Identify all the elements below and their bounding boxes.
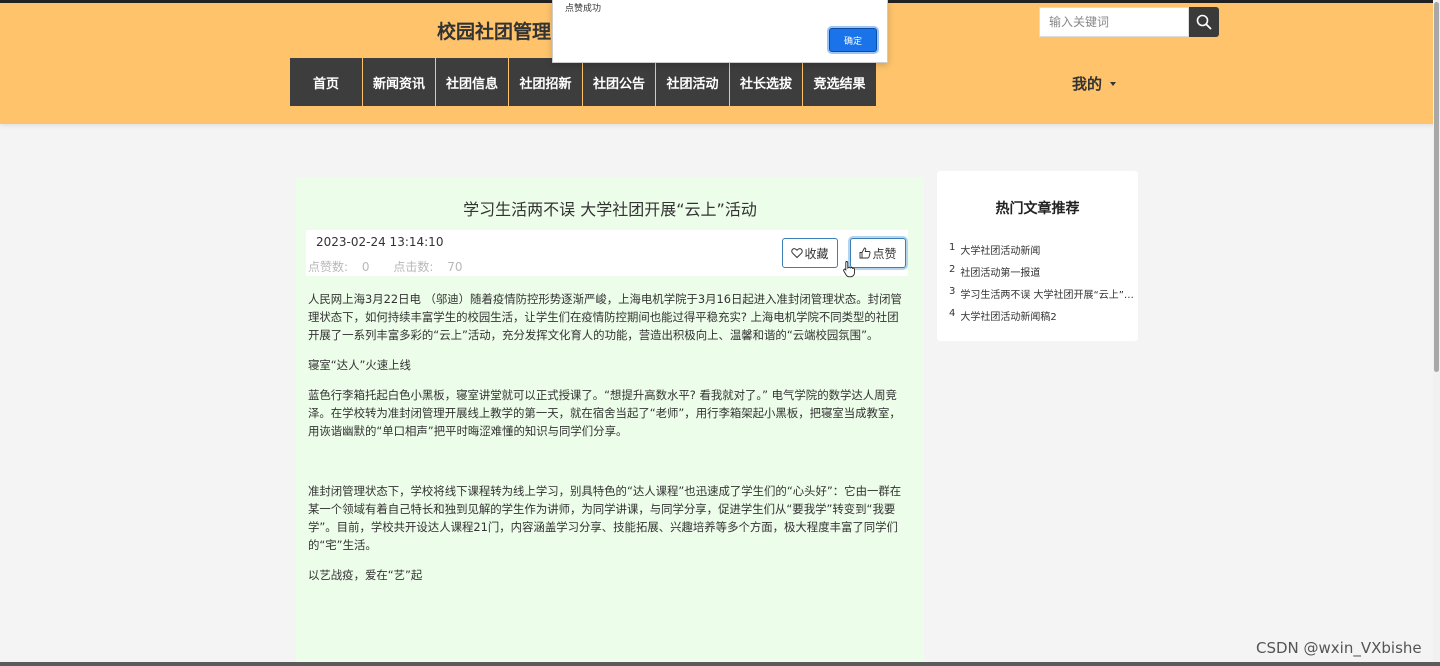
nav-item-home[interactable]: 首页 — [290, 58, 363, 106]
article-meta: 2023-02-24 13:14:10 点赞数: 0 点击数: 70 收藏 点赞 — [306, 230, 908, 276]
clicks-label: 点击数: — [393, 260, 434, 274]
item-title: 大学社团活动新闻 — [960, 246, 1041, 257]
nav-item-news[interactable]: 新闻资讯 — [363, 58, 436, 106]
thumbs-up-icon — [860, 247, 871, 259]
main-nav: 首页 新闻资讯 社团信息 社团招新 社团公告 社团活动 社长选拔 竞选结果 — [290, 58, 876, 106]
favorite-button[interactable]: 收藏 — [782, 238, 838, 268]
likes-count: 点赞数: 0 — [308, 260, 380, 274]
article-paragraph: 准封闭管理状态下，学校将线下课程转为线上学习，别具特色的“达人课程”也迅速成了学… — [308, 484, 902, 552]
favorite-label: 收藏 — [804, 246, 829, 261]
sidebar-title: 热门文章推荐 — [995, 201, 1080, 217]
likes-label: 点赞数: — [308, 260, 349, 274]
clicks-count: 点击数: 70 — [393, 260, 472, 274]
alert-ok-button[interactable]: 确定 — [829, 28, 877, 52]
clicks-value: 70 — [447, 260, 463, 274]
alert-dialog: 点赞成功 确定 — [552, 0, 888, 63]
hot-article-item[interactable]: 2 社团活动第一报道 — [949, 264, 1134, 286]
nav-item-announcements[interactable]: 社团公告 — [583, 58, 656, 106]
page-scrollbar[interactable] — [1433, 0, 1440, 666]
window-bottom-border — [0, 662, 1440, 666]
hot-article-item[interactable]: 3 学习生活两不误 大学社团开展“云上”活动 — [949, 286, 1134, 308]
item-number: 2 — [949, 264, 956, 275]
article-paragraph: 蓝色行李箱托起白色小黑板，寝室讲堂就可以正式授课了。“想提升高数水平? 看我就对… — [308, 388, 901, 438]
nav-item-club-info[interactable]: 社团信息 — [436, 58, 509, 106]
article-counts: 点赞数: 0 点击数: 70 — [308, 258, 483, 275]
article-title: 学习生活两不误 大学社团开展“云上”活动 — [463, 200, 757, 219]
search-input[interactable] — [1039, 7, 1189, 37]
item-title: 大学社团活动新闻稿2 — [960, 312, 1057, 323]
item-title: 学习生活两不误 大学社团开展“云上”活动 — [960, 290, 1134, 301]
nav-item-election-results[interactable]: 竞选结果 — [803, 58, 876, 106]
article-panel: 学习生活两不误 大学社团开展“云上”活动 2023-02-24 13:14:10… — [296, 177, 924, 666]
mouse-cursor-icon — [842, 260, 856, 282]
item-number: 1 — [949, 242, 956, 253]
user-menu[interactable]: 我的 — [1072, 73, 1117, 94]
article-date: 2023-02-24 13:14:10 — [316, 235, 444, 249]
article-subheading: 以艺战疫，爱在“艺”起 — [308, 568, 423, 582]
search-box — [1039, 7, 1219, 37]
item-number: 3 — [949, 286, 956, 297]
user-menu-label: 我的 — [1072, 75, 1103, 93]
item-title: 社团活动第一报道 — [960, 268, 1041, 279]
search-button[interactable] — [1189, 7, 1219, 37]
like-button[interactable]: 点赞 — [850, 238, 906, 268]
watermark: CSDN @wxin_VXbishe — [1256, 639, 1422, 657]
nav-item-recruitment[interactable]: 社团招新 — [509, 58, 583, 106]
search-icon — [1196, 14, 1212, 30]
caret-down-icon — [1110, 81, 1117, 86]
site-title: 校园社团管理 — [437, 21, 552, 43]
likes-value: 0 — [361, 260, 370, 274]
hot-article-item[interactable]: 4 大学社团活动新闻稿2 — [949, 308, 1134, 330]
nav-item-president-election[interactable]: 社长选拔 — [730, 58, 803, 106]
nav-item-activities[interactable]: 社团活动 — [656, 58, 730, 106]
like-label: 点赞 — [872, 246, 897, 261]
alert-message: 点赞成功 — [565, 4, 602, 14]
item-number: 4 — [949, 308, 956, 319]
article-body: 人民网上海3月22日电 （邬迪）随着疫情防控形势逐渐严峻，上海电机学院于3月16… — [308, 290, 908, 596]
hot-article-item[interactable]: 1 大学社团活动新闻 — [949, 242, 1134, 264]
hot-articles-list: 1 大学社团活动新闻 2 社团活动第一报道 3 学习生活两不误 大学社团开展“云上”活… — [949, 242, 1134, 330]
article-subheading: 寝室“达人”火速上线 — [308, 358, 411, 372]
scrollbar-thumb[interactable] — [1434, 2, 1439, 372]
article-paragraph: 人民网上海3月22日电 （邬迪）随着疫情防控形势逐渐严峻，上海电机学院于3月16… — [308, 292, 902, 342]
hot-articles-sidebar: 热门文章推荐 1 大学社团活动新闻 2 社团活动第一报道 3 学习生活两不误 大学社团… — [937, 171, 1138, 341]
heart-icon — [791, 248, 804, 259]
